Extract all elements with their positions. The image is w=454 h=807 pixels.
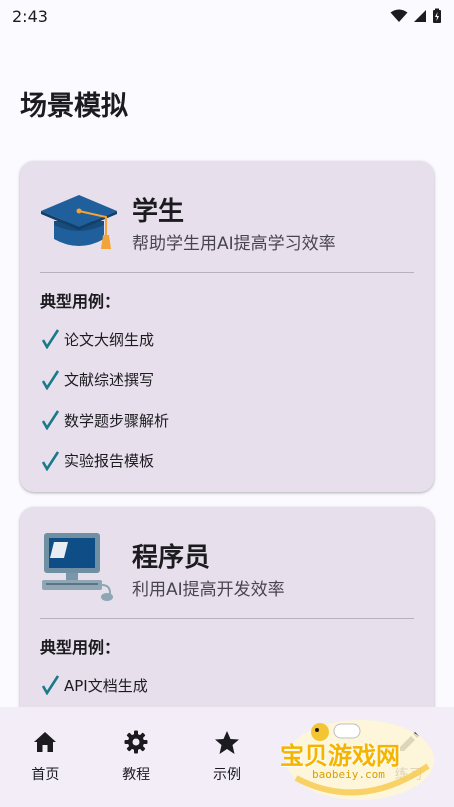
use-case-heading: 典型用例： — [40, 292, 121, 311]
check-icon — [40, 409, 62, 431]
watermark-text: 宝贝游戏网 — [280, 742, 400, 770]
status-icons — [390, 8, 442, 24]
star-icon — [214, 729, 240, 755]
watermark-url: baobeiy.com — [312, 768, 385, 781]
use-case-item: 论文大纲生成 — [40, 319, 414, 360]
computer-icon — [42, 533, 113, 601]
graduation-cap-icon — [41, 195, 117, 249]
use-case-item: 文献综述撰写 — [40, 360, 414, 401]
watermark: 宝贝游戏网 baobeiy.com — [278, 716, 434, 804]
check-icon — [40, 328, 62, 350]
scenario-card-student[interactable]: 学生 帮助学生用AI提高学习效率 典型用例： 论文大纲生成 文献综述撰写 数学题… — [20, 161, 434, 492]
use-case-list: API文档生成 — [40, 665, 414, 706]
use-case-label: 数学题步骤解析 — [64, 411, 170, 430]
check-icon — [40, 674, 62, 696]
nav-item-tutorial[interactable]: 教程 — [91, 707, 182, 787]
card-divider — [40, 272, 414, 273]
card-divider — [40, 618, 414, 619]
gear-icon — [123, 729, 149, 755]
card-header: 程序员 利用AI提高开发效率 — [40, 533, 414, 603]
card-subtitle: 利用AI提高开发效率 — [132, 580, 285, 600]
scenario-card-programmer[interactable]: 程序员 利用AI提高开发效率 典型用例： API文档生成 — [20, 507, 434, 707]
card-title: 程序员 — [132, 543, 211, 573]
battery-icon — [433, 8, 441, 23]
check-icon — [40, 369, 62, 391]
nav-label: 示例 — [212, 767, 241, 783]
use-case-heading: 典型用例： — [40, 638, 121, 657]
card-title: 学生 — [132, 197, 185, 227]
page-title: 场景模拟 — [20, 91, 128, 122]
use-case-label: 文献综述撰写 — [64, 371, 155, 390]
home-icon — [32, 729, 58, 755]
check-icon — [40, 450, 62, 472]
nav-item-examples[interactable]: 示例 — [182, 707, 273, 787]
use-case-label: 实验报告模板 — [64, 452, 155, 471]
nav-item-home[interactable]: 首页 — [0, 707, 91, 787]
card-subtitle: 帮助学生用AI提高学习效率 — [132, 234, 336, 254]
use-case-label: API文档生成 — [64, 676, 148, 695]
wifi-icon — [390, 9, 408, 22]
card-header: 学生 帮助学生用AI提高学习效率 — [40, 187, 414, 257]
use-case-item: 数学题步骤解析 — [40, 400, 414, 441]
status-bar: 2:43 — [0, 0, 454, 32]
nav-label: 首页 — [31, 767, 60, 783]
nav-label: 教程 — [122, 767, 151, 783]
scenario-list[interactable]: 学生 帮助学生用AI提高学习效率 典型用例： 论文大纲生成 文献综述撰写 数学题… — [0, 150, 454, 707]
use-case-item: 实验报告模板 — [40, 441, 414, 482]
use-case-label: 论文大纲生成 — [64, 330, 155, 349]
signal-icon — [414, 10, 426, 22]
use-case-item: API文档生成 — [40, 665, 414, 706]
use-case-list: 论文大纲生成 文献综述撰写 数学题步骤解析 实验报告模板 — [40, 319, 414, 481]
status-time: 2:43 — [12, 6, 48, 26]
